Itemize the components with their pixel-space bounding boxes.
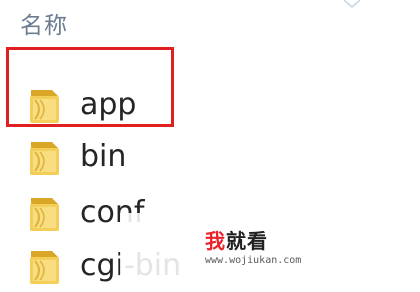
file-name: app bbox=[80, 87, 137, 122]
folder-icon bbox=[30, 90, 59, 123]
column-header-label: 名称 bbox=[20, 13, 68, 39]
folder-icon bbox=[30, 198, 59, 231]
folder-icon bbox=[30, 142, 59, 175]
file-item-bin[interactable]: bin bbox=[26, 131, 326, 183]
watermark-overlay: 我就看 www.wojiukan.com bbox=[120, 213, 420, 280]
folder-icon bbox=[30, 251, 59, 284]
watermark-title: 我就看 bbox=[205, 225, 301, 254]
sort-arrow-icon bbox=[343, 0, 361, 8]
watermark-url: www.wojiukan.com bbox=[205, 255, 302, 266]
watermark-logo: 我就看 www.wojiukan.com bbox=[205, 225, 301, 266]
watermark-title-rest: 就看 bbox=[226, 229, 268, 253]
file-name: bin bbox=[80, 139, 127, 174]
file-item-app[interactable]: app bbox=[26, 79, 326, 131]
watermark-title-first: 我 bbox=[205, 229, 226, 253]
column-header-name[interactable]: 名称 bbox=[20, 4, 170, 42]
